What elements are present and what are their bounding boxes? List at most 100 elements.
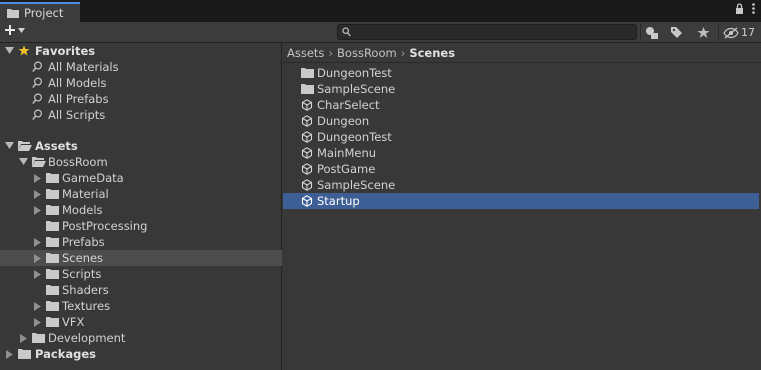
collapse-arrow-icon[interactable]: [34, 318, 41, 327]
expand-arrow-icon[interactable]: [5, 47, 14, 54]
tree-item-packages[interactable]: Packages: [0, 346, 282, 362]
filter-by-type-icon: [646, 26, 658, 39]
toolbar: 17: [0, 22, 761, 43]
file-item[interactable]: MainMenu: [283, 145, 759, 161]
search-by-type-button[interactable]: [643, 23, 661, 42]
search-by-label-button[interactable]: [667, 23, 685, 42]
favorites-label: Favorites: [35, 44, 96, 58]
favorite-item-label: All Materials: [48, 60, 119, 74]
favorites-filter-button[interactable]: [694, 23, 712, 42]
favorite-item[interactable]: All Prefabs: [0, 91, 282, 107]
collapse-arrow-icon[interactable]: [34, 302, 41, 311]
file-item-label: SampleScene: [317, 178, 396, 192]
tree-item[interactable]: Models: [0, 202, 282, 218]
tab-project[interactable]: Project: [0, 2, 80, 22]
search-field[interactable]: [337, 24, 637, 40]
collapse-arrow-icon[interactable]: [34, 270, 41, 279]
search-icon: [342, 27, 351, 37]
file-item[interactable]: DungeonTest: [283, 129, 759, 145]
plus-icon: [5, 25, 15, 35]
collapse-arrow-icon[interactable]: [34, 190, 41, 199]
folder-icon: [46, 173, 59, 183]
favorite-item-label: All Models: [48, 76, 107, 90]
folder-icon: [46, 189, 59, 199]
favorite-item[interactable]: All Materials: [0, 59, 282, 75]
lock-icon[interactable]: [735, 3, 744, 14]
tree-item[interactable]: PostProcessing: [0, 218, 282, 234]
tree-item-label: Packages: [35, 347, 96, 361]
tree-item-label: Scenes: [62, 251, 104, 265]
search-input[interactable]: [354, 25, 632, 39]
folder-open-icon: [18, 141, 32, 151]
folder-open-icon: [32, 157, 46, 167]
tree-item[interactable]: Scripts: [0, 266, 282, 282]
collapse-arrow-icon[interactable]: [34, 254, 41, 263]
folder-icon: [301, 84, 314, 94]
tree-item-label: VFX: [62, 315, 85, 329]
favorites-header[interactable]: Favorites: [0, 43, 282, 59]
collapse-arrow-icon[interactable]: [34, 206, 41, 215]
collapse-arrow-icon[interactable]: [6, 350, 13, 359]
tree-item-assets[interactable]: Assets: [0, 138, 282, 154]
tab-project-label: Project: [24, 6, 64, 20]
tab-bar: Project: [0, 0, 761, 22]
breadcrumb-current[interactable]: Scenes: [409, 46, 455, 60]
unity-scene-icon: [301, 179, 313, 191]
hidden-packages-toggle[interactable]: 17: [721, 23, 757, 42]
tree-item[interactable]: Material: [0, 186, 282, 202]
file-item[interactable]: SampleScene: [283, 81, 759, 97]
chevron-right-icon: ›: [328, 45, 334, 60]
file-item[interactable]: PostGame: [283, 161, 759, 177]
tree-item[interactable]: Prefabs: [0, 234, 282, 250]
file-item-label: SampleScene: [317, 82, 396, 96]
folder-icon: [46, 301, 59, 311]
tree-item[interactable]: VFX: [0, 314, 282, 330]
tree-item[interactable]: GameData: [0, 170, 282, 186]
folder-icon: [46, 221, 59, 231]
tree-item-label: Models: [62, 203, 103, 217]
tree-item[interactable]: Textures: [0, 298, 282, 314]
expand-arrow-icon[interactable]: [5, 142, 14, 149]
chevron-down-icon: [18, 27, 25, 33]
favorite-item-label: All Scripts: [48, 108, 106, 122]
file-item[interactable]: DungeonTest: [283, 65, 759, 81]
folder-icon: [301, 68, 314, 78]
file-item-label: Dungeon: [317, 114, 370, 128]
tree-item-development[interactable]: Development: [0, 330, 282, 346]
unity-scene-icon: [301, 131, 313, 143]
tree-item[interactable]: Shaders: [0, 282, 282, 298]
create-dropdown-button[interactable]: [4, 24, 25, 36]
kebab-menu-icon[interactable]: [752, 3, 755, 14]
folder-tree-panel: Favorites All Materials All Models All P…: [0, 43, 282, 370]
file-item-label: CharSelect: [317, 98, 380, 112]
file-item[interactable]: Dungeon: [283, 113, 759, 129]
tree-item-label: Assets: [35, 139, 78, 153]
file-item-label: Startup: [317, 194, 360, 208]
hidden-count: 17: [741, 26, 755, 39]
tree-item-label: Textures: [62, 299, 111, 313]
breadcrumb-item[interactable]: BossRoom: [337, 46, 397, 60]
favorite-item[interactable]: All Scripts: [0, 107, 282, 123]
file-item-selected[interactable]: Startup: [283, 193, 759, 209]
favorite-item[interactable]: All Models: [0, 75, 282, 91]
search-icon: [32, 61, 43, 72]
tree-item-selected[interactable]: Scenes: [0, 250, 282, 266]
tree-item-bossroom[interactable]: BossRoom: [0, 154, 282, 170]
toolbar-divider: [640, 24, 641, 41]
file-item-label: DungeonTest: [317, 130, 392, 144]
collapse-arrow-icon[interactable]: [34, 238, 41, 247]
star-icon: [18, 45, 30, 56]
folder-icon: [46, 285, 59, 295]
label-tag-icon: [670, 27, 682, 38]
search-icon: [32, 109, 43, 120]
favorite-item-label: All Prefabs: [48, 92, 109, 106]
breadcrumb-item[interactable]: Assets: [287, 46, 324, 60]
breadcrumb: Assets › BossRoom › Scenes: [282, 43, 761, 63]
collapse-arrow-icon[interactable]: [20, 334, 27, 343]
unity-scene-icon: [301, 163, 313, 175]
file-item[interactable]: CharSelect: [283, 97, 759, 113]
folder-icon: [7, 9, 19, 18]
file-item[interactable]: SampleScene: [283, 177, 759, 193]
expand-arrow-icon[interactable]: [19, 158, 28, 165]
collapse-arrow-icon[interactable]: [34, 174, 41, 183]
